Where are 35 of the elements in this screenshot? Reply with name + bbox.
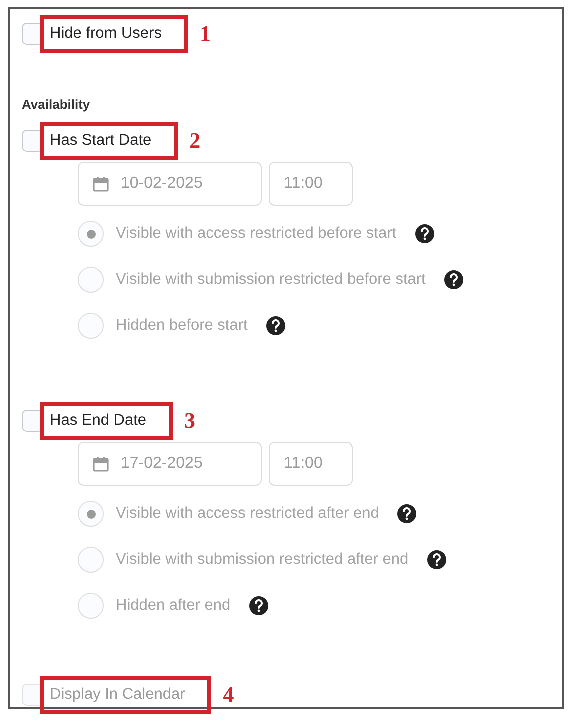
time-field[interactable]: 11:00 — [269, 162, 353, 206]
checkbox-label: Hide from Users — [50, 25, 162, 43]
radio-button[interactable] — [78, 221, 104, 247]
time-value: 11:00 — [284, 455, 323, 473]
callout-number: 4 — [223, 682, 234, 708]
help-icon[interactable] — [397, 504, 418, 524]
help-icon[interactable] — [248, 596, 269, 616]
radio-label: Visible with submission restricted after end — [116, 551, 409, 569]
help-icon[interactable] — [444, 270, 464, 290]
radio-label: Visible with access restricted before start — [116, 225, 397, 243]
radio-label: Visible with access restricted after end — [116, 505, 380, 523]
callout-number: 1 — [200, 21, 211, 47]
date-value: 10-02-2025 — [121, 175, 203, 193]
radio-button[interactable] — [78, 593, 104, 619]
help-icon[interactable] — [414, 224, 435, 244]
help-icon[interactable] — [426, 550, 447, 570]
help-icon[interactable] — [266, 316, 286, 336]
calendar-icon — [93, 176, 109, 192]
radio-label: Visible with submission restricted before start — [116, 271, 426, 289]
checkbox-label: Has End Date — [50, 412, 146, 430]
callout-number: 2 — [190, 128, 201, 154]
radio-label: Hidden before start — [116, 317, 248, 335]
radio-button[interactable] — [78, 267, 104, 293]
time-value: 11:00 — [284, 175, 323, 193]
radio-button[interactable] — [78, 501, 104, 527]
calendar-icon — [93, 456, 109, 472]
checkbox-label: Display In Calendar — [50, 686, 186, 704]
radio-button[interactable] — [78, 547, 104, 573]
section-heading: Availability — [22, 97, 92, 112]
date-value: 17-02-2025 — [121, 455, 203, 473]
radio-label: Hidden after end — [116, 597, 231, 615]
checkbox-label: Has Start Date — [50, 132, 152, 150]
radio-button[interactable] — [78, 313, 104, 339]
callout-number: 3 — [184, 408, 196, 434]
time-field[interactable]: 11:00 — [269, 442, 353, 486]
